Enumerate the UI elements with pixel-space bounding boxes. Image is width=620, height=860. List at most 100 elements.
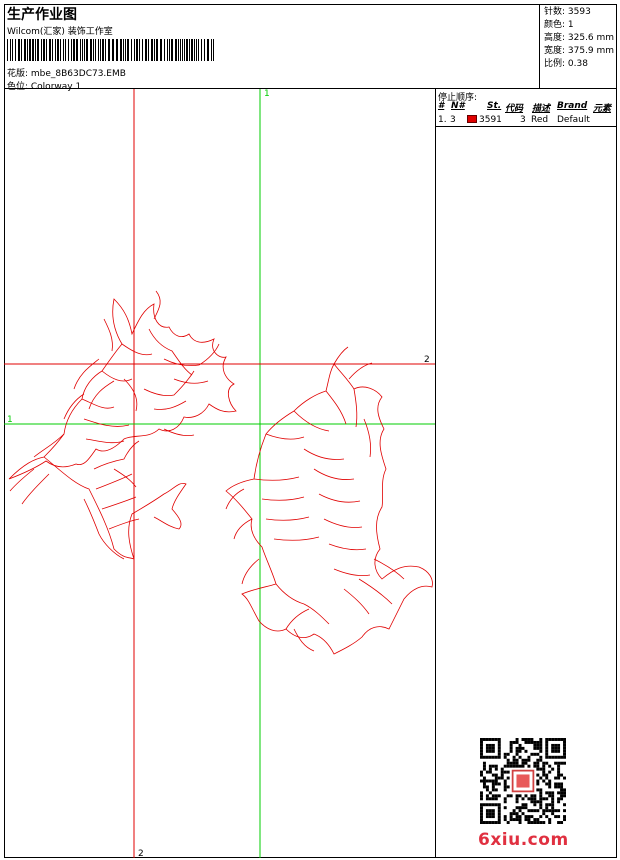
qr-cell [563,815,566,819]
qr-cell [542,770,546,774]
guide-label-horizontal-red: 2 [424,355,430,365]
qr-cell [551,800,555,804]
qr-cell [491,809,495,813]
qr-cell [548,818,552,822]
barcode-bar [52,39,53,61]
qr-cell [524,803,528,807]
qr-cell [494,779,498,783]
qr-cell [527,821,531,824]
qr-cell [480,794,483,798]
qr-cell [503,785,507,789]
qr-cell [503,788,507,792]
qr-cell [497,815,501,819]
qr-cell [485,746,489,750]
barcode-bar [175,39,177,61]
qr-cell [563,743,566,747]
qr-cell [545,791,549,795]
qr-cell [536,809,540,813]
qr-cell [482,785,486,789]
row-index: 1. [438,115,447,125]
barcode-bar [63,39,64,61]
qr-cell [545,755,549,759]
qr-cell [536,821,540,824]
qr-cell [524,738,528,741]
qr-cell [512,764,516,768]
col-description: 描述 [532,104,551,114]
qr-cell [482,782,486,786]
barcode-bar [15,39,16,61]
barcode-bar [98,39,99,61]
qr-cell [557,738,561,741]
qr-cell [482,761,486,765]
qr-cell [491,743,495,747]
barcode-bar [142,39,143,61]
qr-cell [530,800,534,804]
qr-cell [563,818,566,822]
qr-cell [480,806,483,810]
qr-cell [512,812,516,816]
qr-cell [551,803,555,807]
qr-cell [524,749,528,753]
qr-cell [482,767,486,771]
color-count: 颜色: 1 [544,20,574,30]
qr-cell [521,758,525,762]
qr-cell [545,776,549,780]
qr-cell [548,785,552,789]
qr-cell [551,806,555,810]
qr-cell [521,746,525,750]
qr-cell [480,740,483,744]
row-description: Red [531,115,549,125]
design-canvas: 1 2 2 1 [4,89,436,858]
qr-cell [491,738,495,741]
qr-cell [518,815,522,819]
qr-cell [542,821,546,824]
qr-cell [506,761,510,765]
qr-cell [527,809,531,813]
col-brand: Brand [557,101,588,111]
header: 生产作业图 Wilcom(汇家) 装饰工作室 花版: mbe_8B63DC73.… [4,4,617,92]
qr-cell [563,791,566,795]
qr-cell [554,776,558,780]
header-info: 生产作业图 Wilcom(汇家) 装饰工作室 花版: mbe_8B63DC73.… [4,4,540,92]
qr-cell [509,794,513,798]
qr-cell [548,791,552,795]
qr-cell [506,752,510,756]
barcode-bar [207,39,209,61]
qr-cell [545,809,549,813]
qr-cell [539,743,543,747]
barcode-bar [49,39,51,61]
qr-cell [506,776,510,780]
qr-cell [491,785,495,789]
qr-cell [500,773,504,777]
barcode-bar [160,39,162,61]
qr-cell [533,818,537,822]
qr-cell [536,740,540,744]
qr-cell [503,755,507,759]
qr-cell [482,764,486,768]
row-brand: Default [557,115,590,125]
qr-cell [485,794,489,798]
qr-cell [554,761,558,765]
barcode-bar [95,39,96,61]
barcode-bar [151,39,153,61]
qr-cell [557,809,561,813]
barcode-bar [37,39,39,61]
qr-cell [536,752,540,756]
qr-cell [557,815,561,819]
qr-cell [545,740,549,744]
qr-cell [533,746,537,750]
qr-cell [515,815,519,819]
barcode-bar [18,39,20,61]
barcode-bar [84,39,85,61]
qr-cell [542,773,546,777]
qr-cell [488,797,492,801]
qr-cell [536,800,540,804]
qr-cell [545,806,549,810]
barcode-bar [29,39,31,61]
qr-cell [485,770,489,774]
qr-cell [524,761,528,765]
qr-cell [497,782,501,786]
qr-cell [482,755,486,759]
qr-cell [480,738,483,741]
qr-cell [557,791,561,795]
